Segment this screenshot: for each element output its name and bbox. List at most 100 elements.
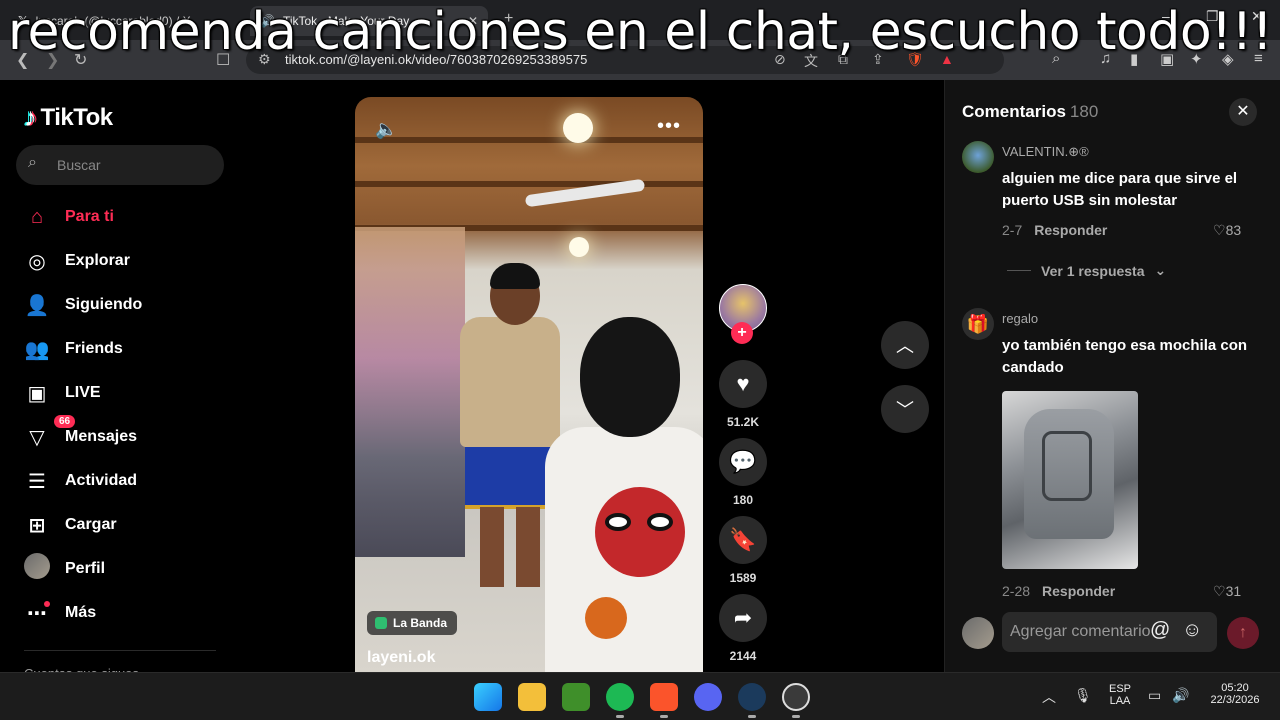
upload-icon: ⊞ bbox=[28, 514, 46, 537]
chevron-down-icon: ﹀ bbox=[896, 400, 914, 420]
clock-time: 05:20 bbox=[1221, 682, 1249, 694]
home-icon: ⌂ bbox=[30, 205, 44, 228]
running-indicator bbox=[660, 715, 668, 718]
messages-icon: ▽ bbox=[29, 426, 45, 449]
microphone-icon[interactable]: 🎙 bbox=[1074, 687, 1092, 704]
close-comments-button[interactable]: ✕ bbox=[1229, 98, 1257, 126]
comment-like-count: 31 bbox=[1225, 583, 1242, 599]
comment-button[interactable]: 💬 bbox=[719, 438, 767, 486]
chevron-down-icon: ⌄ bbox=[1154, 262, 1167, 278]
video-player[interactable]: 🔈 ••• La Banda layeni.ok bbox=[355, 97, 703, 672]
comment-text: yo también tengo esa mochila con candado bbox=[1002, 337, 1248, 376]
video-author[interactable]: layeni.ok bbox=[367, 649, 435, 667]
show-hidden-icons-icon[interactable]: ︿ bbox=[1042, 687, 1056, 707]
heart-outline-icon: ♡ bbox=[1213, 583, 1226, 599]
tiktok-logo[interactable]: ♪ TikTok bbox=[24, 102, 113, 133]
comment-username[interactable]: regalo bbox=[1002, 311, 1038, 326]
divider bbox=[1007, 270, 1031, 271]
sidebar-item-perfil[interactable]: Perfil bbox=[24, 553, 105, 583]
location-icon bbox=[375, 617, 387, 629]
minecraft-icon[interactable] bbox=[562, 683, 590, 711]
sidebar-item-label: Más bbox=[65, 604, 97, 621]
sidebar-item-friends[interactable]: 👥 Friends bbox=[24, 335, 123, 363]
sidebar-item-explorar[interactable]: ◎ Explorar bbox=[24, 247, 130, 275]
stream-overlay-caption: recomenda canciones en el chat, escucho … bbox=[7, 2, 1273, 62]
reply-button[interactable]: Responder bbox=[1042, 583, 1115, 599]
discord-icon[interactable] bbox=[694, 683, 722, 711]
video-scene bbox=[563, 113, 593, 143]
comment-username[interactable]: VALENTIN.⊕® bbox=[1002, 144, 1089, 160]
logo-text: TikTok bbox=[40, 103, 114, 131]
heart-icon: ♥ bbox=[736, 371, 750, 396]
comment-input[interactable]: Agregar comentario... @ ☺ bbox=[1002, 612, 1217, 652]
running-indicator bbox=[748, 715, 756, 718]
obs-icon[interactable] bbox=[782, 683, 810, 711]
share-count: 2144 bbox=[729, 649, 757, 663]
video-scene bbox=[569, 237, 589, 257]
comments-title: Comentarios 180 bbox=[962, 102, 1098, 122]
windows-taskbar: ︿ 🎙 ESP LAA ▭ 🔊 05:20 22/3/2026 bbox=[0, 672, 1280, 720]
follow-button[interactable]: + bbox=[731, 322, 753, 344]
share-arrow-icon: ➦ bbox=[733, 605, 753, 630]
comment-like-count: 83 bbox=[1225, 222, 1242, 238]
emoji-icon[interactable]: ☺ bbox=[1182, 619, 1202, 642]
file-explorer-icon[interactable] bbox=[518, 683, 546, 711]
comment-date: 2-28 bbox=[1002, 583, 1031, 599]
next-video-button[interactable]: ﹀ bbox=[881, 385, 929, 433]
network-icon[interactable]: ▭ bbox=[1148, 687, 1161, 704]
comment-icon: 💬 bbox=[729, 449, 757, 474]
sidebar-item-para-ti[interactable]: ⌂ Para ti bbox=[24, 203, 114, 231]
clock[interactable]: 05:20 22/3/2026 bbox=[1200, 682, 1270, 706]
search-input[interactable]: ⌕ Buscar bbox=[16, 145, 224, 185]
keyboard-layout: LAA bbox=[1109, 695, 1131, 707]
more-options-icon[interactable]: ••• bbox=[657, 115, 681, 138]
sidebar-item-live[interactable]: ▣ LIVE bbox=[24, 379, 101, 407]
video-scene bbox=[355, 137, 703, 143]
sidebar-item-mas[interactable]: ⋯ Más bbox=[24, 599, 96, 627]
bookmark-icon: 🔖 bbox=[729, 527, 757, 552]
mention-icon[interactable]: @ bbox=[1150, 619, 1170, 642]
steam-icon[interactable] bbox=[738, 683, 766, 711]
brave-icon[interactable] bbox=[650, 683, 678, 711]
language-code: ESP bbox=[1108, 683, 1131, 695]
left-sidebar: ♪ TikTok ⌕ Buscar ⌂ Para ti ◎ Explorar 👤… bbox=[0, 80, 240, 681]
comment-input-placeholder: Agregar comentario... bbox=[1010, 623, 1150, 640]
like-button[interactable]: ♥ bbox=[719, 360, 767, 408]
search-placeholder: Buscar bbox=[57, 157, 101, 173]
location-tag[interactable]: La Banda bbox=[367, 611, 458, 635]
send-comment-button[interactable]: ↑ bbox=[1227, 617, 1259, 649]
comment-like-button[interactable]: ♡83 bbox=[1213, 222, 1241, 239]
own-avatar bbox=[962, 617, 994, 649]
comment-like-button[interactable]: ♡31 bbox=[1213, 583, 1241, 600]
sidebar-item-label: Cargar bbox=[65, 516, 117, 533]
comment-avatar[interactable]: 🎁 bbox=[962, 308, 994, 340]
comment-image[interactable] bbox=[1002, 391, 1138, 569]
tiktok-note-icon: ♪ bbox=[24, 102, 37, 132]
arrow-up-icon: ↑ bbox=[1239, 624, 1247, 641]
sidebar-item-label: Mensajes bbox=[65, 428, 138, 445]
start-icon[interactable] bbox=[474, 683, 502, 711]
comment-avatar[interactable] bbox=[962, 141, 994, 173]
video-scene bbox=[355, 181, 703, 187]
sidebar-item-actividad[interactable]: ☰ Actividad bbox=[24, 467, 137, 495]
share-button[interactable]: ➦ bbox=[719, 594, 767, 642]
divider bbox=[24, 650, 216, 651]
language-indicator[interactable]: ESP LAA bbox=[1104, 683, 1136, 707]
save-count: 1589 bbox=[729, 571, 757, 585]
like-count: 51.2K bbox=[726, 415, 760, 429]
save-button[interactable]: 🔖 bbox=[719, 516, 767, 564]
sidebar-item-label: Siguiendo bbox=[65, 296, 143, 313]
sidebar-item-mensajes[interactable]: ▽ 66 Mensajes bbox=[24, 415, 138, 451]
volume-icon[interactable]: 🔈 bbox=[375, 119, 397, 140]
previous-video-button[interactable]: ︿ bbox=[881, 321, 929, 369]
reply-button[interactable]: Responder bbox=[1034, 222, 1107, 238]
comments-count: 180 bbox=[1069, 102, 1099, 121]
clock-date: 22/3/2026 bbox=[1210, 694, 1260, 706]
sidebar-item-siguiendo[interactable]: 👤 Siguiendo bbox=[24, 291, 143, 319]
volume-tray-icon[interactable]: 🔊 bbox=[1172, 687, 1189, 704]
sidebar-item-cargar[interactable]: ⊞ Cargar bbox=[24, 511, 117, 539]
spotify-icon[interactable] bbox=[606, 683, 634, 711]
comment-meta: 2-7 Responder bbox=[1002, 222, 1107, 238]
sidebar-item-label: Actividad bbox=[65, 472, 138, 489]
view-replies-button[interactable]: Ver 1 respuesta ⌄ bbox=[1007, 262, 1166, 279]
